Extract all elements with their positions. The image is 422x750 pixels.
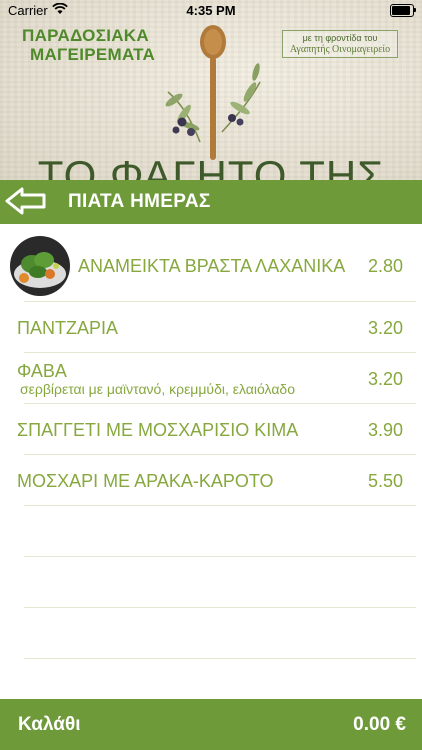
back-button[interactable] [4,186,50,218]
tagline: ΤΟ ΦΑΓΗΤΟ ΤΗΣ ΖΩΗΣ [37,152,385,184]
empty-row [0,607,422,659]
dish-thumbnail [10,236,70,296]
dish-price: 3.90 [367,420,403,440]
cart-button[interactable]: Καλάθι 0.00 € [0,699,422,750]
dish-name: ΦΑΒΑ [17,361,67,381]
menu-list: ΑΝΑΜΕΙΚΤΑ ΒΡΑΣΤΑ ΛΑΧΑΝΙΚΑ 2.80 ΠΑΝΤΖΑΡΙΑ… [0,228,422,698]
header-banner: ΠΑΡΑΔΟΣΙΑΚΑ ΜΑΓΕΙΡΕΜΑΤΑ με τη φροντίδα τ… [0,0,422,183]
cart-label: Καλάθι [18,714,81,735]
dish-name: ΣΠΑΓΓΕΤΙ ΜΕ ΜΟΣΧΑΡΙΣΙΟ ΚΙΜΑ [17,420,299,440]
battery-icon [390,4,416,17]
dish-price: 3.20 [367,369,403,389]
menu-item[interactable]: ΜΟΣΧΑΡΙ ΜΕ ΑΡΑΚΑ-ΚΑΡΟΤΟ 5.50 [0,454,422,506]
clock: 4:35 PM [186,3,236,18]
menu-item[interactable]: ΠΑΝΤΖΑΡΙΑ 3.20 [0,301,422,353]
menu-item[interactable]: ΑΝΑΜΕΙΚΤΑ ΒΡΑΣΤΑ ΛΑΧΑΝΙΚΑ 2.80 [0,228,422,302]
row-divider [24,658,416,659]
brand-name-line2: ΜΑΓΕΙΡΕΜΑΤΑ [30,45,156,64]
menu-item[interactable]: ΣΠΑΓΓΕΤΙ ΜΕ ΜΟΣΧΑΡΙΣΙΟ ΚΙΜΑ 3.90 [0,403,422,455]
dish-price: 3.20 [367,318,403,338]
brand-name-line1: ΠΑΡΑΔΟΣΙΑΚΑ [22,26,149,45]
wooden-spoon-illustration [165,25,261,160]
dish-name: ΠΑΝΤΖΑΡΙΑ [17,318,119,338]
title-bar: ΠΙΑΤΑ ΗΜΕΡΑΣ [0,180,422,224]
care-line1: με τη φροντίδα του [302,33,378,43]
empty-row [0,556,422,608]
care-badge: με τη φροντίδα του Αγαπητής Οινομαγειρεί… [282,30,398,58]
back-arrow-icon [5,187,46,215]
dish-name: ΑΝΑΜΕΙΚΤΑ ΒΡΑΣΤΑ ΛΑΧΑΝΙΚΑ [78,256,346,276]
page-title: ΠΙΑΤΑ ΗΜΕΡΑΣ [68,191,211,212]
empty-row [0,505,422,557]
dish-description: σερβίρεται με μαϊντανό, κρεμμύδι, ελαιόλ… [20,381,295,397]
dish-price: 5.50 [367,471,403,491]
cart-total: 0.00 € [353,714,406,735]
dish-price: 2.80 [367,256,403,276]
dish-name: ΜΟΣΧΑΡΙ ΜΕ ΑΡΑΚΑ-ΚΑΡΟΤΟ [17,471,274,491]
menu-item[interactable]: ΦΑΒΑ σερβίρεται με μαϊντανό, κρεμμύδι, ε… [0,352,422,404]
care-line2: Αγαπητής Οινομαγειρείο [289,44,391,55]
status-bar: Carrier 4:35 PM [0,0,422,22]
